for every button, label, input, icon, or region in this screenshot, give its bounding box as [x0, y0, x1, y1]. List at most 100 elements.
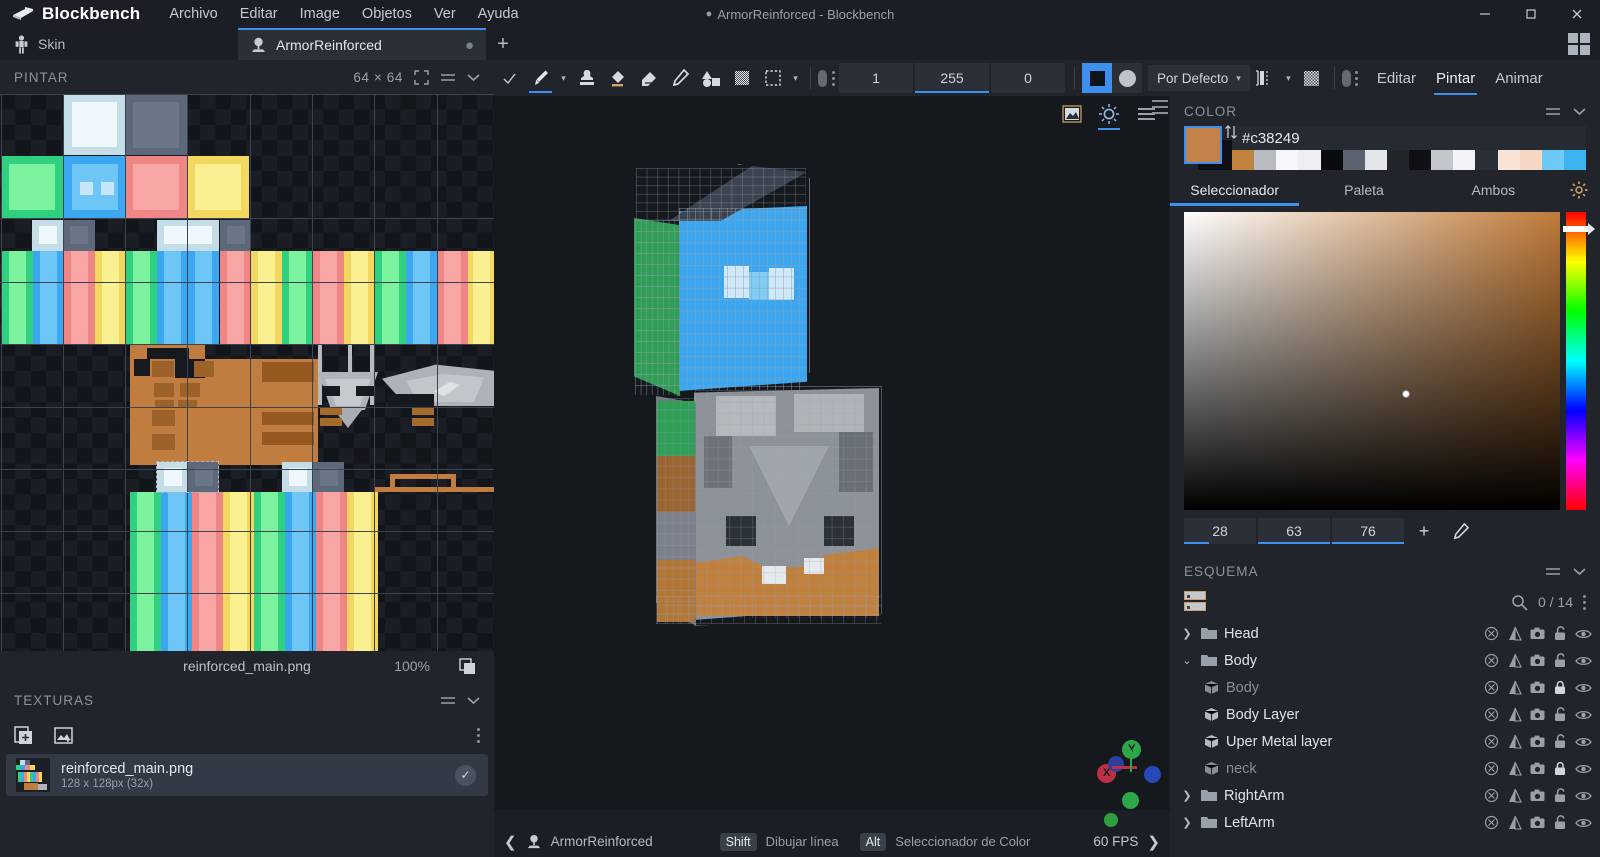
recent-color-swatch[interactable] [1475, 150, 1498, 170]
outliner-node-neck[interactable]: neck [1170, 755, 1600, 782]
selection-tool-button[interactable] [757, 63, 788, 93]
visibility-icon[interactable] [1575, 625, 1592, 642]
export-icon[interactable] [1529, 679, 1546, 696]
axis-gizmo[interactable]: Y X [1094, 736, 1164, 809]
close-button[interactable] [1554, 0, 1600, 28]
outliner-more-icon[interactable] [1583, 594, 1586, 610]
texture-canvas[interactable] [0, 94, 494, 651]
toggle-all-groups-icon[interactable] [1184, 591, 1206, 613]
menu-archivo[interactable]: Archivo [158, 3, 228, 25]
recent-color-swatch[interactable] [1386, 150, 1409, 170]
mirror-icon[interactable] [1506, 706, 1523, 723]
minimize-button[interactable] [1462, 0, 1508, 28]
recent-color-swatch[interactable] [1453, 150, 1476, 170]
brightness-icon[interactable] [1097, 102, 1121, 130]
blend-mode-select[interactable]: Por Defecto ▾ [1148, 65, 1250, 91]
unlock-icon[interactable] [1552, 733, 1569, 750]
panel-menu-icon[interactable] [440, 72, 456, 83]
outliner-node-rightarm[interactable]: ❯ RightArm [1170, 782, 1600, 809]
recent-color-swatch[interactable] [1276, 150, 1299, 170]
export-icon[interactable] [1529, 652, 1546, 669]
softness-input[interactable]: 0 [991, 63, 1065, 93]
selection-tool-caret-icon[interactable]: ▾ [788, 73, 803, 84]
recent-color-swatch[interactable] [1364, 150, 1387, 170]
color-panel-menu-icon[interactable] [1545, 106, 1561, 117]
outliner-node-body-cube[interactable]: Body [1170, 674, 1600, 701]
visibility-icon[interactable] [1575, 787, 1592, 804]
uv-toggle-icon[interactable] [1483, 706, 1500, 723]
uv-toggle-icon[interactable] [1483, 814, 1500, 831]
saturation-input[interactable]: 63 [1258, 518, 1330, 544]
brush-size-input[interactable]: 1 [839, 63, 913, 93]
uv-toggle-icon[interactable] [1483, 733, 1500, 750]
visibility-icon[interactable] [1575, 706, 1592, 723]
tab-skin[interactable]: Skin [0, 28, 238, 60]
textures-menu-icon[interactable] [440, 695, 456, 706]
texture-selected-check-icon[interactable]: ✓ [455, 764, 476, 786]
recent-colors-strip[interactable] [1232, 150, 1586, 170]
menu-image[interactable]: Image [289, 3, 351, 25]
chevron-down-icon[interactable]: ⌄ [1180, 654, 1194, 667]
unlock-icon[interactable] [1552, 706, 1569, 723]
import-texture-icon[interactable] [53, 725, 74, 746]
shape-tool-button[interactable] [695, 63, 726, 93]
prev-page-arrow-icon[interactable]: ❮ [504, 833, 517, 851]
lock-icon[interactable] [1552, 679, 1569, 696]
3d-viewport[interactable]: Y X [494, 96, 1170, 810]
gear-icon[interactable] [1558, 174, 1600, 206]
outliner-node-uper-metal-layer[interactable]: Uper Metal layer [1170, 728, 1600, 755]
add-texture-icon[interactable] [14, 725, 35, 746]
mirror-icon[interactable] [1506, 679, 1523, 696]
recent-color-swatch[interactable] [1320, 150, 1343, 170]
unlock-icon[interactable] [1552, 787, 1569, 804]
unlock-icon[interactable] [1552, 814, 1569, 831]
sv-cursor[interactable] [1402, 390, 1410, 398]
textures-more-icon[interactable] [477, 727, 480, 743]
menu-editar[interactable]: Editar [229, 3, 289, 25]
recent-color-swatch[interactable] [1232, 150, 1255, 170]
gradient-tool-button[interactable] [726, 63, 757, 93]
unlock-icon[interactable] [1552, 652, 1569, 669]
outliner-menu-icon[interactable] [1545, 566, 1561, 577]
swap-colors-icon[interactable] [1224, 124, 1238, 140]
color-picker-tool-button[interactable] [664, 63, 695, 93]
primary-color-swatch[interactable] [1184, 126, 1222, 164]
recent-color-swatch[interactable] [1342, 150, 1365, 170]
gizmo-z-positive[interactable] [1144, 766, 1161, 783]
maximize-button[interactable] [1508, 0, 1554, 28]
tab-editar[interactable]: Editar [1367, 65, 1426, 92]
tab-paleta[interactable]: Paleta [1299, 174, 1428, 206]
visibility-icon[interactable] [1575, 679, 1592, 696]
export-icon[interactable] [1529, 706, 1546, 723]
tab-animar[interactable]: Animar [1485, 65, 1553, 92]
recent-color-swatch[interactable] [1298, 150, 1321, 170]
layout-grid-icon[interactable] [1568, 33, 1590, 55]
add-color-icon[interactable]: + [1406, 518, 1442, 544]
tab-seleccionador[interactable]: Seleccionador [1170, 174, 1300, 206]
mirror-painting-button[interactable] [1250, 63, 1281, 93]
recent-color-swatch[interactable] [1409, 150, 1432, 170]
export-icon[interactable] [1529, 814, 1546, 831]
round-brush-button[interactable] [1112, 63, 1142, 93]
visibility-icon[interactable] [1575, 652, 1592, 669]
textures-collapse-icon[interactable] [467, 696, 480, 705]
value-input[interactable]: 76 [1332, 518, 1404, 544]
opacity-input[interactable]: 255 [915, 63, 989, 93]
right-panel-grip-icon[interactable] [1152, 100, 1168, 114]
toolbar-grip-icon[interactable] [827, 70, 839, 86]
export-icon[interactable] [1529, 787, 1546, 804]
square-brush-button[interactable] [1082, 63, 1112, 93]
outliner-node-leftarm[interactable]: ❯ LeftArm [1170, 809, 1600, 836]
chevron-right-icon[interactable]: ❯ [1180, 816, 1194, 829]
image-toggle-icon[interactable] [1060, 102, 1084, 126]
color-swatches[interactable] [1184, 125, 1237, 170]
tab-pintar[interactable]: Pintar [1426, 65, 1485, 95]
mirror-icon[interactable] [1506, 625, 1523, 642]
visibility-icon[interactable] [1575, 760, 1592, 777]
export-icon[interactable] [1529, 733, 1546, 750]
recent-color-swatch[interactable] [1563, 150, 1586, 170]
menu-objetos[interactable]: Objetos [351, 3, 423, 25]
new-tab-button[interactable]: + [486, 28, 520, 60]
chevron-right-icon[interactable]: ❯ [1180, 789, 1194, 802]
uv-toggle-icon[interactable] [1483, 625, 1500, 642]
